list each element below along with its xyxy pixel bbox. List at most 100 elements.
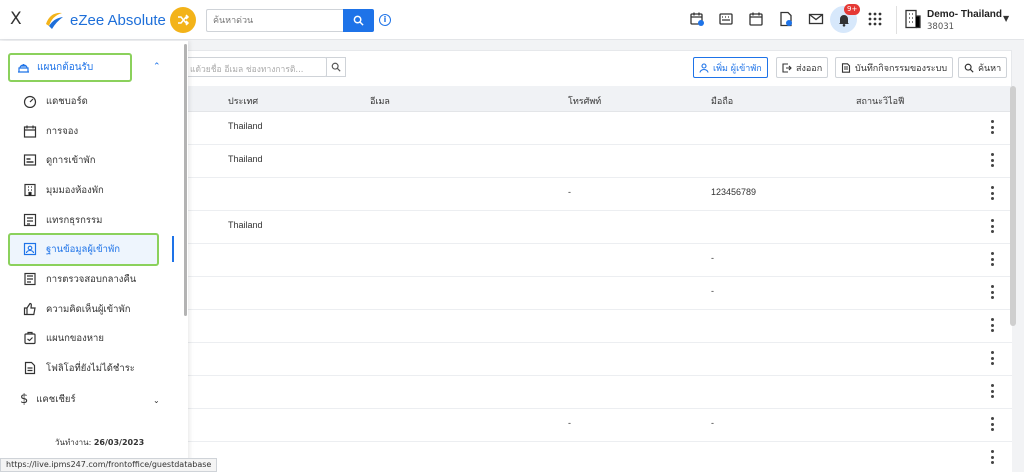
sidebar-item-stay-view[interactable]: ดูการเข้าพัก <box>23 152 95 168</box>
search-icon <box>331 62 341 72</box>
column-header-country[interactable]: ประเทศ <box>228 94 258 108</box>
table-row[interactable]: - <box>180 244 1012 277</box>
row-actions-icon[interactable] <box>991 120 994 134</box>
audit-log-button[interactable]: บันทึกกิจกรรมของระบบ <box>835 57 954 78</box>
chevron-up-icon[interactable]: ⌃ <box>153 62 161 72</box>
sidebar-scrollbar[interactable] <box>184 44 187 316</box>
room-view-icon <box>24 183 36 197</box>
cell-phone: - <box>568 418 571 428</box>
property-code: 38031 <box>927 22 955 32</box>
table-row[interactable]: Thailand <box>180 112 1012 145</box>
search-label: ค้นหา <box>978 63 1002 74</box>
cell-mobile: - <box>711 286 714 296</box>
sidebar-item-calendar[interactable]: การจอง <box>23 123 78 139</box>
sidebar-item-label: แผนกของหาย <box>46 332 104 344</box>
row-actions-icon[interactable] <box>991 285 994 299</box>
working-date-label: วันทำงาน: <box>55 438 92 447</box>
invoice-icon[interactable] <box>778 11 794 27</box>
table-row[interactable] <box>180 442 1012 472</box>
search-button[interactable]: ค้นหา <box>958 57 1008 78</box>
sidebar-item-room-view[interactable]: มุมมองห้องพัก <box>23 182 104 198</box>
cashier-label: แคชเชียร์ <box>36 394 76 405</box>
column-header-wifi-status[interactable]: สถานะวิไอฟี <box>856 94 904 108</box>
table-header: ประเทศ อีเมล โทรศัพท์ มือถือ สถานะวิไอฟี <box>180 86 1012 112</box>
row-actions-icon[interactable] <box>991 153 994 167</box>
table-scrollbar[interactable] <box>1010 86 1016 326</box>
working-date-value: 26/03/2023 <box>93 438 145 447</box>
table-row[interactable] <box>180 376 1012 409</box>
column-header-mobile[interactable]: มือถือ <box>711 94 733 108</box>
cell-mobile: - <box>711 253 714 263</box>
table-row[interactable]: - <box>180 277 1012 310</box>
sidebar-item-transaction[interactable]: แทรกธุรกรรม <box>23 212 102 228</box>
front-desk-icon <box>18 63 29 73</box>
row-actions-icon[interactable] <box>991 186 994 200</box>
chevron-down-icon[interactable]: ⌄ <box>153 396 160 405</box>
row-actions-icon[interactable] <box>991 450 994 464</box>
quick-search-button[interactable] <box>343 9 374 32</box>
guest-filter-input[interactable]: แด้วยชื่อ อีเมล ช่องทางการติ... <box>185 57 327 77</box>
working-date: วันทำงาน: 26/03/2023 <box>55 436 144 449</box>
row-actions-icon[interactable] <box>991 351 994 365</box>
column-header-phone[interactable]: โทรศัพท์ <box>568 94 601 108</box>
document-icon <box>841 62 851 73</box>
keyboard-icon[interactable] <box>718 11 734 27</box>
row-actions-icon[interactable] <box>991 318 994 332</box>
sidebar-item-thumbs-up[interactable]: ความคิดเห็นผู้เข้าพัก <box>23 301 130 317</box>
guest-filter-search-button[interactable] <box>326 57 346 77</box>
dollar-icon: $ <box>20 392 29 407</box>
table-row[interactable]: - 123456789 <box>180 178 1012 211</box>
row-actions-icon[interactable] <box>991 417 994 431</box>
dashboard-icon <box>23 95 37 108</box>
sidebar-item-folio[interactable]: โฟลิโอที่ยังไม่ได้ชำระ <box>23 360 135 376</box>
shuffle-button[interactable] <box>170 7 196 33</box>
info-icon[interactable]: i <box>379 14 391 26</box>
property-name[interactable]: Demo- Thailand <box>927 9 1002 20</box>
sidebar-item-night-audit[interactable]: การตรวจสอบกลางคืน <box>23 271 136 287</box>
export-label: ส่งออก <box>796 63 823 74</box>
export-icon <box>782 62 792 73</box>
add-guest-label: เพิ่ม ผู้เข้าพัก <box>713 63 762 74</box>
sidebar-section-front-office[interactable]: แผนกต้อนรับ <box>8 53 132 82</box>
sidebar-item-dashboard[interactable]: แดชบอร์ด <box>23 93 88 109</box>
cell-phone: - <box>568 187 571 197</box>
quick-search <box>206 9 374 32</box>
sidebar-item-label: การตรวจสอบกลางคืน <box>46 273 137 285</box>
sidebar-section-cashier[interactable]: $ แคชเชียร์ <box>20 392 76 407</box>
table-row[interactable] <box>180 310 1012 343</box>
add-guest-button[interactable]: เพิ่ม ผู้เข้าพัก <box>693 57 768 78</box>
column-header-email[interactable]: อีเมล <box>370 94 390 108</box>
sidebar-item-lost-found[interactable]: แผนกของหาย <box>23 330 104 346</box>
quick-search-input[interactable] <box>206 9 343 32</box>
search-icon <box>353 15 364 26</box>
night-audit-icon <box>24 272 36 286</box>
mail-icon[interactable] <box>808 11 824 27</box>
table-row[interactable] <box>180 343 1012 376</box>
browser-status-url: https://live.ipms247.com/frontoffice/gue… <box>0 458 218 472</box>
sidebar-item-label: ฐานข้อมูลผู้เข้าพัก <box>46 243 121 255</box>
cell-country: Thailand <box>228 154 263 164</box>
close-menu-button[interactable]: X <box>10 9 22 29</box>
sidebar-active-indicator <box>172 236 174 262</box>
cell-country: Thailand <box>228 220 263 230</box>
stay-view-icon <box>23 154 37 166</box>
row-actions-icon[interactable] <box>991 252 994 266</box>
sidebar-item-label: แทรกธุรกรรม <box>46 214 103 226</box>
table-row[interactable]: Thailand <box>180 145 1012 178</box>
apps-grid-icon[interactable] <box>867 11 883 27</box>
sidebar-item-label: การจอง <box>46 125 79 137</box>
arrivals-calendar-icon[interactable] <box>689 11 705 27</box>
row-actions-icon[interactable] <box>991 384 994 398</box>
sidebar-item-guest-database[interactable]: ฐานข้อมูลผู้เข้าพัก <box>23 241 120 257</box>
app-logo[interactable]: eZee Absolute <box>42 8 166 32</box>
export-button[interactable]: ส่งออก <box>776 57 829 78</box>
calendar-icon[interactable] <box>748 11 764 27</box>
table-row[interactable]: Thailand <box>180 211 1012 244</box>
top-bar: X eZee Absolute i 9+ Demo- Thailand <box>0 0 1024 40</box>
notification-badge: 9+ <box>844 4 861 15</box>
table-row[interactable]: -- <box>180 409 1012 442</box>
sidebar-item-label: มุมมองห้องพัก <box>46 184 104 196</box>
property-dropdown-icon[interactable]: ▼ <box>1003 14 1009 23</box>
row-actions-icon[interactable] <box>991 219 994 233</box>
calendar-icon <box>23 125 37 138</box>
